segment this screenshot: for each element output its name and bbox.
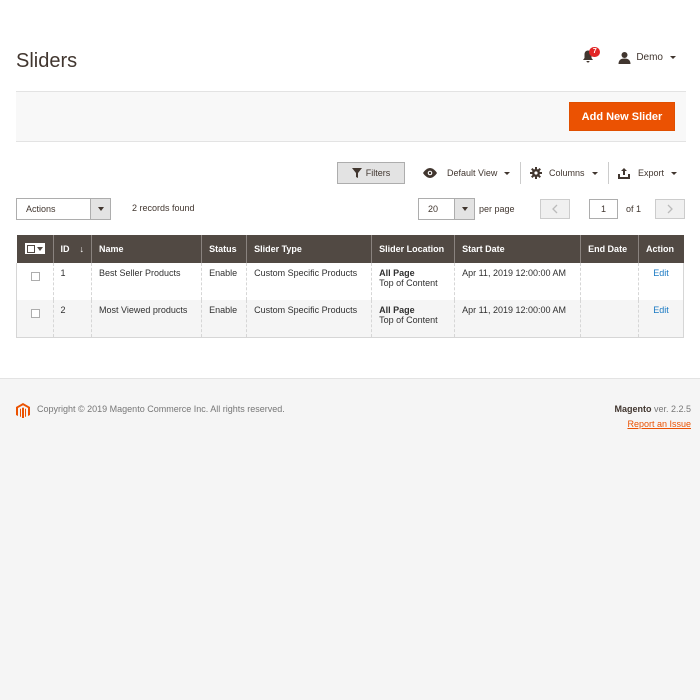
mass-actions-select[interactable]: Actions (16, 198, 111, 220)
chevron-right-icon (667, 204, 673, 214)
column-header-status[interactable]: Status (201, 235, 247, 263)
cell-end-date (580, 263, 639, 300)
chevron-down-icon (504, 171, 511, 175)
header-actions: 7 Demo (582, 47, 676, 64)
mass-actions-label: Actions (26, 204, 56, 214)
current-page-input[interactable]: 1 (589, 199, 618, 219)
grid-header-row: ID ↓ Name Status Slider Type Slider Locat… (16, 235, 684, 263)
magento-logo-icon (16, 403, 30, 418)
export-icon (618, 167, 630, 179)
column-header-action: Action (638, 235, 684, 263)
notification-count-badge: 7 (589, 47, 601, 57)
toolbar-divider (608, 162, 609, 184)
row-checkbox[interactable] (31, 309, 40, 318)
per-page-label: per page (479, 204, 515, 214)
location-main: All Page (379, 268, 415, 278)
column-header-name[interactable]: Name (90, 235, 202, 263)
cell-end-date (580, 300, 639, 338)
chevron-down-icon (90, 199, 110, 219)
user-name: Demo (636, 51, 663, 63)
filters-button[interactable]: Filters (337, 162, 405, 184)
table-row[interactable]: 2 Most Viewed products Enable Custom Spe… (16, 300, 684, 338)
records-found-text: 2 records found (132, 203, 195, 213)
sliders-grid: ID ↓ Name Status Slider Type Slider Locat… (16, 235, 684, 338)
version-text: ver. 2.2.5 (651, 404, 691, 414)
cell-start-date: Apr 11, 2019 12:00:00 AM (454, 263, 581, 300)
edit-link[interactable]: Edit (653, 305, 669, 315)
chevron-down-icon (36, 246, 43, 251)
version-info: Magento ver. 2.2.5 (614, 404, 691, 414)
cell-name: Most Viewed products (90, 300, 202, 338)
per-page-value: 20 (428, 204, 439, 214)
filter-icon (351, 168, 362, 178)
cell-status: Enable (201, 300, 247, 338)
cell-slider-type: Custom Specific Products (246, 300, 372, 338)
copyright-text: Copyright © 2019 Magento Commerce Inc. A… (37, 404, 285, 414)
cell-slider-type: Custom Specific Products (246, 263, 372, 300)
grid-controls: Actions 2 records found 20 per page 1 of… (0, 198, 700, 220)
cell-action: Edit (638, 300, 684, 338)
toolbar-divider (520, 162, 521, 184)
add-new-slider-button[interactable]: Add New Slider (569, 102, 675, 131)
cell-id: 2 (52, 300, 92, 338)
mass-select-checkbox[interactable] (24, 243, 45, 255)
cell-id: 1 (52, 263, 92, 300)
previous-page-button[interactable] (540, 199, 570, 219)
notifications-button[interactable]: 7 (582, 47, 601, 64)
cell-slider-location: All Page Top of Content (371, 300, 455, 338)
cell-status: Enable (201, 263, 247, 300)
column-header-end-date[interactable]: End Date (580, 235, 639, 263)
eye-icon (423, 168, 437, 178)
column-header-start-date[interactable]: Start Date (454, 235, 581, 263)
location-sub: Top of Content (379, 315, 438, 325)
row-select-cell (16, 300, 53, 338)
filters-label: Filters (365, 168, 391, 178)
user-menu[interactable]: Demo (618, 51, 676, 64)
edit-link[interactable]: Edit (653, 268, 669, 278)
cell-slider-location: All Page Top of Content (371, 263, 455, 300)
per-page-select[interactable]: 20 (418, 198, 475, 220)
sort-arrow-icon: ↓ (79, 244, 85, 254)
column-header-slider-location[interactable]: Slider Location (371, 235, 455, 263)
chevron-down-icon (454, 199, 474, 219)
column-header-slider-type[interactable]: Slider Type (246, 235, 372, 263)
columns-label: Columns (549, 168, 585, 178)
column-header-id[interactable]: ID ↓ (52, 235, 92, 263)
table-row[interactable]: 1 Best Seller Products Enable Custom Spe… (16, 263, 684, 300)
cell-action: Edit (638, 263, 684, 300)
user-icon (618, 51, 631, 64)
grid-toolbar: Filters Default View Columns Export (0, 162, 700, 184)
mass-select-header[interactable] (16, 235, 53, 263)
chevron-down-icon (670, 55, 676, 59)
row-select-cell (16, 263, 53, 300)
columns-dropdown[interactable]: Columns (530, 162, 598, 184)
chevron-left-icon (552, 204, 558, 214)
default-view-label: Default View (447, 168, 498, 178)
export-dropdown[interactable]: Export (618, 162, 678, 184)
next-page-button[interactable] (655, 199, 685, 219)
export-label: Export (638, 168, 665, 178)
location-sub: Top of Content (379, 278, 438, 288)
chevron-down-icon (591, 171, 598, 175)
brand-name: Magento (614, 404, 652, 414)
page-title: Sliders (16, 50, 78, 72)
page-actions-bar: Add New Slider (16, 91, 686, 142)
cell-name: Best Seller Products (90, 263, 202, 300)
row-checkbox[interactable] (31, 272, 40, 281)
chevron-down-icon (671, 171, 678, 175)
page-footer: Copyright © 2019 Magento Commerce Inc. A… (0, 378, 700, 700)
gear-icon (530, 167, 542, 179)
cell-start-date: Apr 11, 2019 12:00:00 AM (454, 300, 581, 338)
total-pages-label: of 1 (626, 204, 642, 214)
report-issue-link[interactable]: Report an Issue (627, 419, 691, 429)
location-main: All Page (379, 305, 415, 315)
default-view-dropdown[interactable]: Default View (422, 162, 511, 184)
